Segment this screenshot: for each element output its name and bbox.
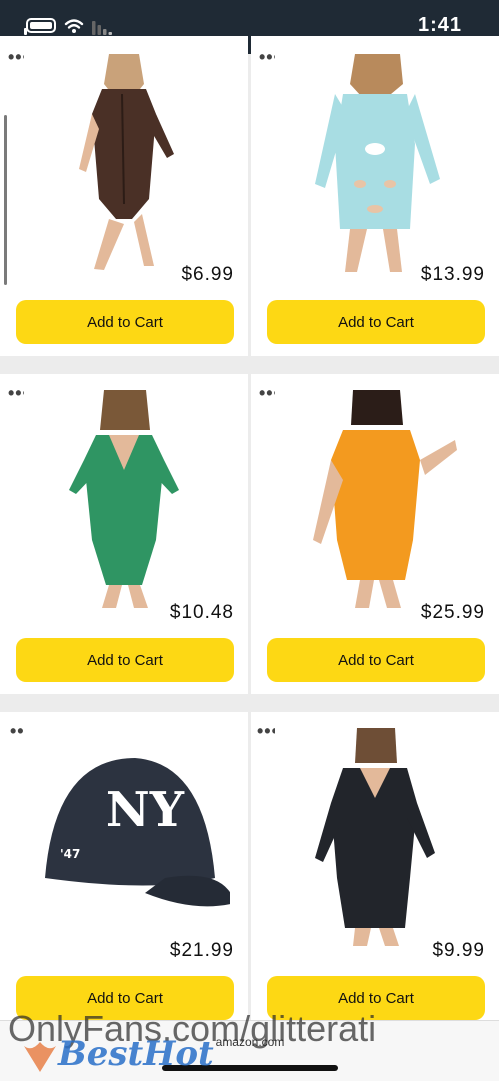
product-price: $10.48 <box>169 602 234 623</box>
product-image[interactable] <box>275 390 475 608</box>
product-card[interactable]: ••• $13.99 Add to Cart <box>251 36 499 356</box>
product-price: $9.99 <box>432 940 485 961</box>
product-card[interactable]: ••• $25.99 Add to Cart <box>251 374 499 694</box>
product-price: $25.99 <box>420 602 485 623</box>
product-image[interactable] <box>275 728 475 946</box>
product-grid: ••• $6.99 Add to Cart ••• $13.99 Add to … <box>0 36 499 1080</box>
svg-text:'47: '47 <box>60 847 80 861</box>
product-price: $21.99 <box>169 940 234 961</box>
product-image[interactable] <box>275 54 475 272</box>
product-price: $13.99 <box>420 264 485 285</box>
product-card[interactable]: ••• $10.48 Add to Cart <box>0 374 248 694</box>
product-image[interactable] <box>24 390 224 608</box>
status-time: 1:41 <box>417 14 462 36</box>
wifi-icon <box>64 19 84 33</box>
add-to-cart-button[interactable]: Add to Cart <box>16 638 234 682</box>
product-card[interactable]: ••• $9.99 Add to Cart <box>251 712 499 1032</box>
product-card[interactable]: ••• $6.99 Add to Cart <box>0 36 248 356</box>
add-to-cart-button[interactable]: Add to Cart <box>16 300 234 344</box>
scrollbar[interactable] <box>4 115 7 285</box>
add-to-cart-button[interactable]: Add to Cart <box>267 638 485 682</box>
product-price: $6.99 <box>181 264 234 285</box>
svg-text:NY: NY <box>106 782 185 838</box>
product-card[interactable]: ••• NY '47 $21.99 Add to Cart <box>0 712 248 1032</box>
signal-icon <box>92 21 112 35</box>
battery-icon <box>24 18 56 35</box>
add-to-cart-button[interactable]: Add to Cart <box>267 300 485 344</box>
watermark-logo: BestHot <box>20 1030 240 1078</box>
product-image[interactable]: NY '47 <box>20 728 230 946</box>
product-image[interactable] <box>24 54 224 272</box>
